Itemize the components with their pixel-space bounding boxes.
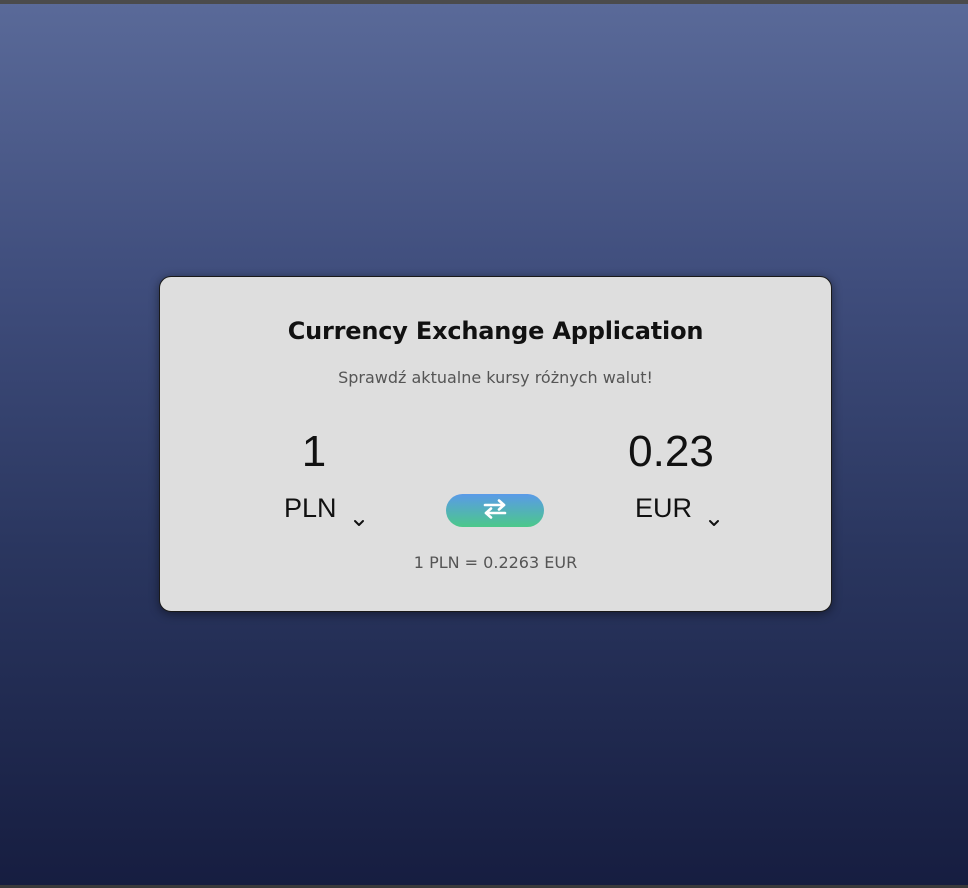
chevron-down-icon <box>353 504 365 526</box>
exchange-rate-text: 1 PLN = 0.2263 EUR <box>413 553 578 572</box>
app-title: Currency Exchange Application <box>287 317 704 345</box>
swap-arrows-icon <box>482 499 508 522</box>
window-top-border <box>0 0 968 4</box>
to-currency-select[interactable]: EUR <box>635 491 720 526</box>
converter-card: Currency Exchange Application Sprawdź ak… <box>159 276 832 612</box>
from-amount[interactable]: 1 <box>224 427 404 477</box>
from-currency-label: PLN <box>284 492 337 523</box>
app-subtitle: Sprawdź aktualne kursy różnych walut! <box>338 368 653 387</box>
swap-currencies-button[interactable] <box>446 494 544 527</box>
chevron-down-icon <box>708 504 720 526</box>
from-currency-select[interactable]: PLN <box>284 491 365 526</box>
to-amount: 0.23 <box>628 427 714 476</box>
to-currency-label: EUR <box>635 492 693 523</box>
